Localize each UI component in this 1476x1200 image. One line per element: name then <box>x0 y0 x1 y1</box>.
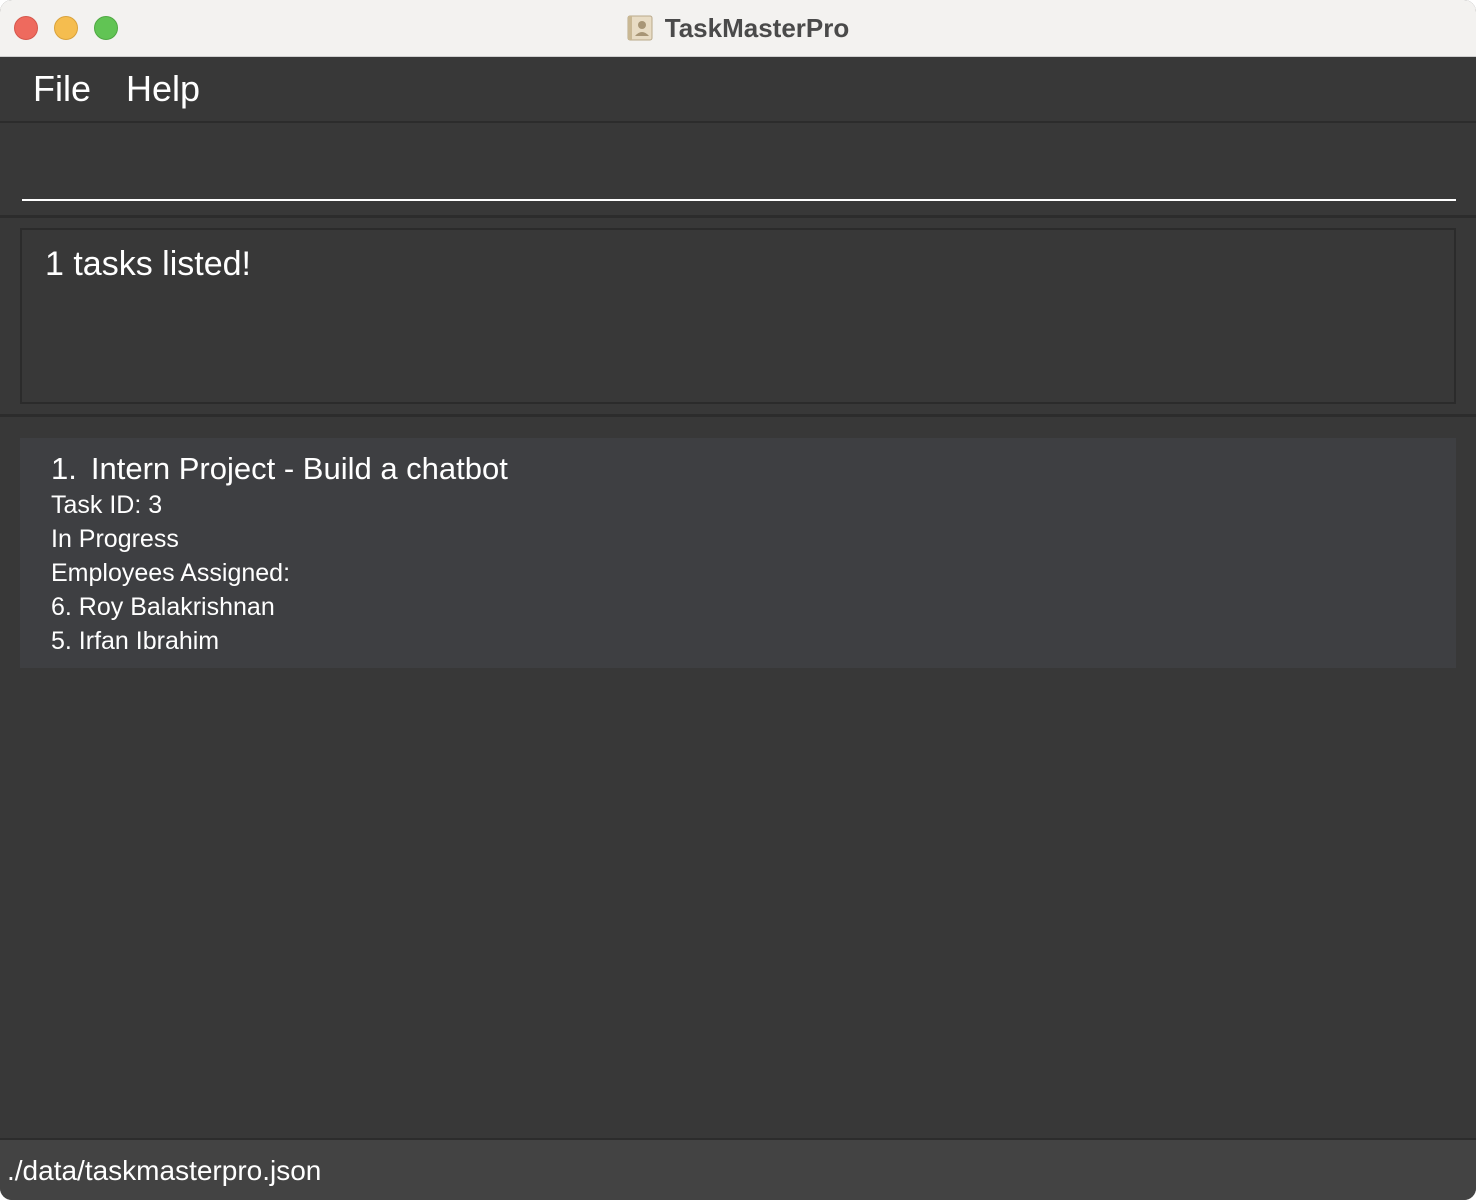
assigned-employee: 6. Roy Balakrishnan <box>51 593 275 621</box>
menu-help[interactable]: Help <box>126 65 200 113</box>
assigned-employee: 5. Irfan Ibrahim <box>51 627 220 655</box>
task-index: 1. <box>51 451 77 486</box>
menu-bar: File Help <box>0 57 1476 123</box>
result-message: 1 tasks listed! <box>45 245 251 283</box>
panel-divider <box>0 414 1476 417</box>
task-card[interactable]: 1. Intern Project - Build a chatbot Task … <box>20 438 1456 668</box>
task-title: 1. Intern Project - Build a chatbot <box>51 450 508 488</box>
window-title-group: TaskMasterPro <box>0 0 1476 56</box>
app-window: TaskMasterPro File Help 1 tasks listed! … <box>0 0 1476 1200</box>
employees-assigned-label: Employees Assigned: <box>51 559 291 587</box>
menu-file[interactable]: File <box>33 65 91 113</box>
title-bar: TaskMasterPro <box>0 0 1476 57</box>
window-title: TaskMasterPro <box>664 12 850 43</box>
task-name: Intern Project - Build a chatbot <box>90 451 508 486</box>
app-icon <box>627 15 653 41</box>
save-file-path: ./data/taskmasterpro.json <box>7 1155 322 1186</box>
task-id: Task ID: 3 <box>51 491 163 519</box>
task-status: In Progress <box>51 525 179 553</box>
status-bar: ./data/taskmasterpro.json <box>0 1138 1476 1200</box>
result-display: 1 tasks listed! <box>20 228 1456 404</box>
command-input[interactable] <box>22 145 1456 201</box>
command-box-panel <box>0 123 1476 218</box>
